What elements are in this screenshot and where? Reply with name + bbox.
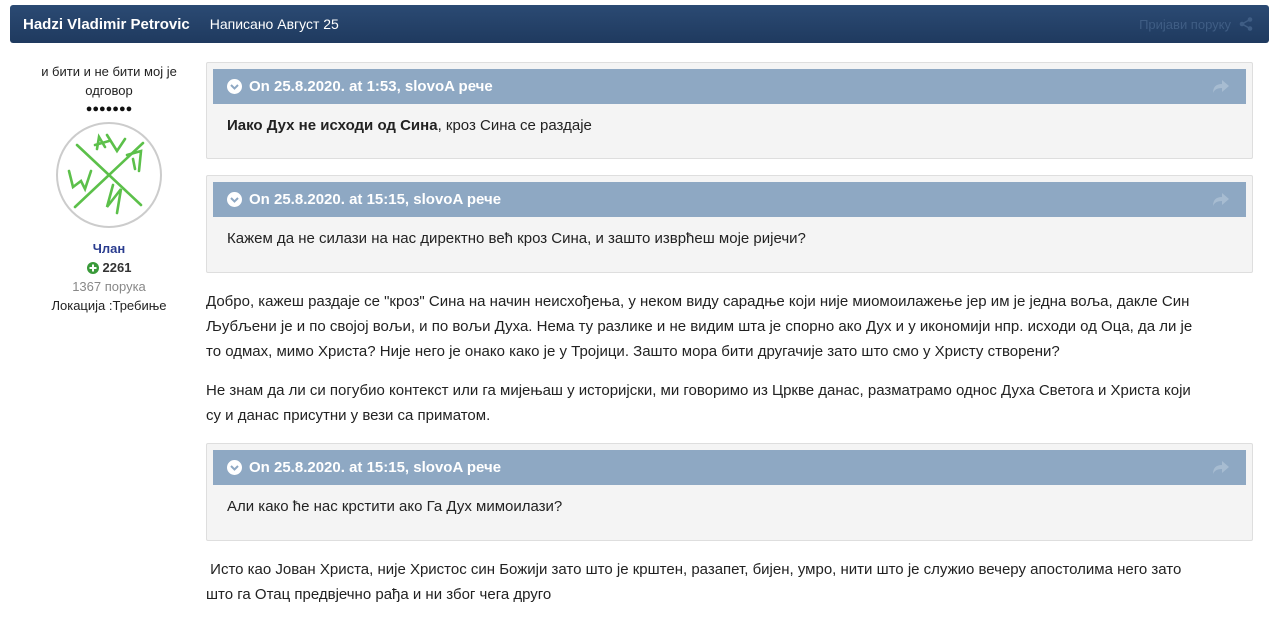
header-actions: Пријави поруку <box>1139 5 1253 43</box>
quote-citation: On 25.8.2020. at 15:15, slovoA рече <box>249 459 502 476</box>
quote-citation: On 25.8.2020. at 15:15, slovoA рече <box>249 191 502 208</box>
chevron-down-icon[interactable] <box>227 192 242 207</box>
paragraph-line: Љубљени је и по својој вољи, и по вољи Д… <box>206 318 1193 335</box>
post-paragraph: Не знам да ли си погубио контекст или га… <box>206 378 1256 428</box>
paragraph-line: Добро, кажеш раздаје се "кроз" Сина на н… <box>206 293 1190 310</box>
post-paragraph: Исто као Јован Христа, није Христос син … <box>206 557 1256 607</box>
quote-citation-bar[interactable]: On 25.8.2020. at 15:15, slovoA рече <box>213 182 1246 217</box>
avatar[interactable] <box>55 121 163 229</box>
paragraph-line: су и данас присутни у вези са приматом. <box>206 407 491 424</box>
quote-bold-text: Иако Дух не исходи од Сина <box>227 117 438 134</box>
paragraph-line: Исто као Јован Христа, није Христос син … <box>206 561 1182 578</box>
member-rank: Члан <box>92 241 126 256</box>
rank-pips: ●●●●●●● <box>85 103 133 115</box>
plus-circle-icon <box>86 261 99 274</box>
post-paragraph: Добро, кажеш раздаје се "кроз" Сина на н… <box>206 289 1256 364</box>
chevron-down-icon[interactable] <box>227 460 242 475</box>
quote-text: Али како ће нас крстити ако Га Дух мимои… <box>227 498 563 515</box>
share-arrow-icon[interactable] <box>1212 459 1230 475</box>
quote-block: On 25.8.2020. at 15:15, slovoA рече Али … <box>206 443 1253 541</box>
quote-block: On 25.8.2020. at 1:53, slovoA рече Иако … <box>206 62 1253 159</box>
reputation-count: 2261 <box>102 260 132 275</box>
chevron-down-icon[interactable] <box>227 79 242 94</box>
post-count: 1367 порука <box>72 279 146 294</box>
member-title-line1: и бити и не бити мој је <box>41 64 177 79</box>
quote-citation: On 25.8.2020. at 1:53, slovoA рече <box>249 78 493 95</box>
author-name[interactable]: Hadzi Vladimir Petrovic <box>23 16 190 33</box>
reputation-badge: 2261 <box>30 258 188 277</box>
quote-block: On 25.8.2020. at 15:15, slovoA рече Каже… <box>206 175 1253 273</box>
post-date[interactable]: Написано Август 25 <box>210 16 339 32</box>
member-location: Локација :Требиње <box>51 298 167 313</box>
share-icon[interactable] <box>1239 17 1253 31</box>
paragraph-line: то одмах, мимо Христа? Није него је онак… <box>206 343 1060 360</box>
author-sidebar: и бити и не бити мој је одговор ●●●●●●● … <box>30 62 188 315</box>
paragraph-line: Не знам да ли си погубио контекст или га… <box>206 382 1191 399</box>
quote-citation-bar[interactable]: On 25.8.2020. at 1:53, slovoA рече <box>213 69 1246 104</box>
report-post-link[interactable]: Пријави поруку <box>1139 17 1231 32</box>
quote-rest-text: , кроз Сина се раздаје <box>437 117 592 134</box>
quote-text: Иако Дух не исходи од Сина, кроз Сина се… <box>227 117 592 134</box>
member-title-line2: одговор <box>85 83 133 98</box>
quote-citation-bar[interactable]: On 25.8.2020. at 15:15, slovoA рече <box>213 450 1246 485</box>
share-arrow-icon[interactable] <box>1212 191 1230 207</box>
paragraph-line: што га Отац предвјечно рађа и ни због че… <box>206 586 552 603</box>
quote-text: Кажем да не силази на нас директно већ к… <box>227 230 806 247</box>
post-header: Hadzi Vladimir Petrovic Написано Август … <box>10 5 1269 43</box>
share-arrow-icon[interactable] <box>1212 78 1230 94</box>
